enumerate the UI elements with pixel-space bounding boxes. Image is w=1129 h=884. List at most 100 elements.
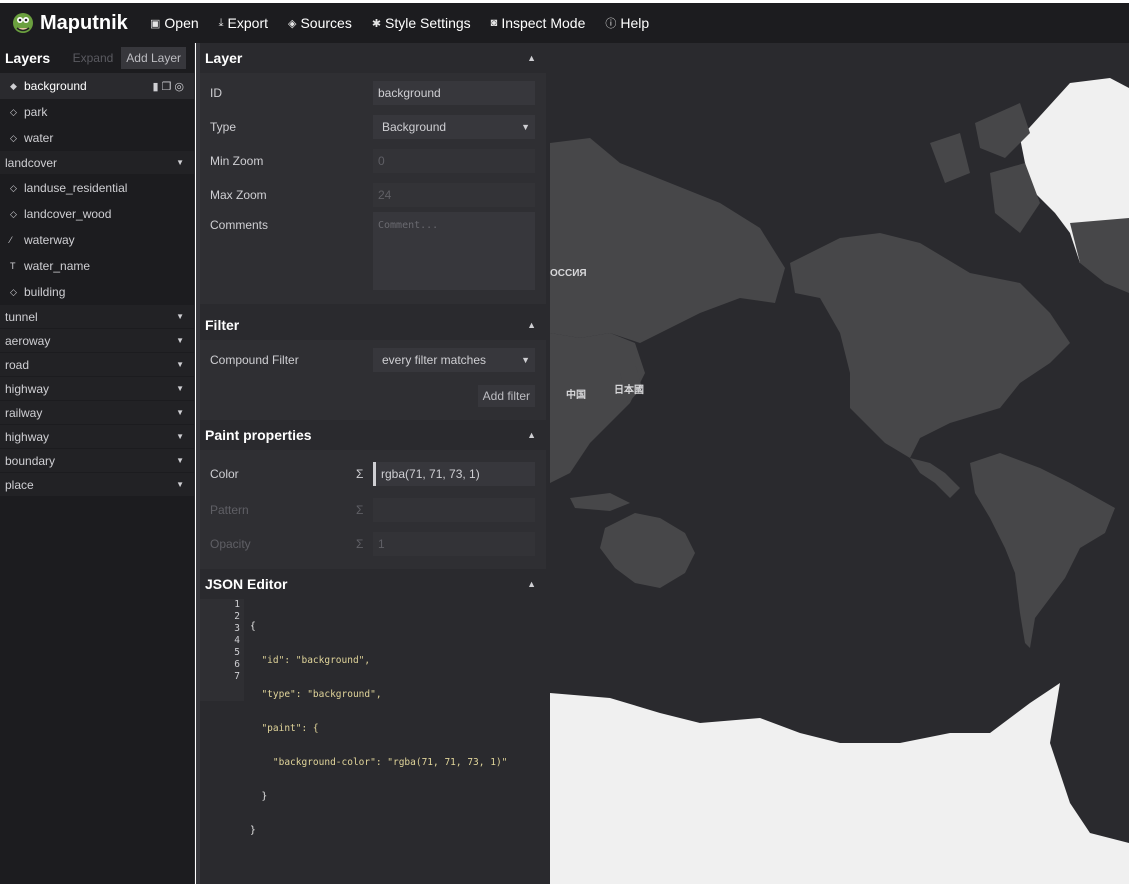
code-line: }: [250, 791, 268, 802]
line-number: 1: [234, 599, 240, 610]
layer-item-park[interactable]: ◇ park: [0, 99, 194, 125]
json-editor[interactable]: 1 2 3 4 5 6 7 { "id": "background", "typ…: [200, 599, 546, 836]
section-title: Filter: [205, 317, 240, 333]
chevron-up-icon: ▲: [527, 320, 536, 330]
layer-section-header[interactable]: Layer ▲: [200, 43, 546, 73]
layer-item-waterway[interactable]: ⁄ waterway: [0, 227, 194, 253]
layer-item-label: waterway: [24, 233, 75, 247]
chevron-down-icon: ▼: [176, 408, 184, 417]
inspect-mode-button[interactable]: ◙ Inspect Mode: [481, 3, 596, 43]
layer-item-background[interactable]: ◆ background ▮ ❐ ◎: [0, 73, 194, 99]
pattern-label: Pattern: [210, 503, 249, 517]
fill-icon: ◆: [10, 80, 17, 91]
data-function-icon[interactable]: Σ: [356, 467, 363, 481]
chevron-down-icon: ▼: [176, 480, 184, 489]
layer-group-label: aeroway: [5, 333, 51, 348]
layer-group-label: highway: [5, 381, 50, 396]
symbol-icon: T: [10, 261, 16, 271]
code-line: "id": "background",: [250, 655, 371, 666]
download-icon: ⤓: [218, 16, 224, 29]
fill-icon: ◇: [10, 182, 17, 193]
delete-icon[interactable]: ▮: [152, 80, 158, 93]
layer-group-label: railway: [5, 405, 43, 420]
map-land-layer: [550, 78, 1129, 884]
filter-section-header[interactable]: Filter ▲: [200, 310, 546, 340]
chevron-down-icon: ▼: [176, 360, 184, 369]
visibility-toggle-icon[interactable]: ◎: [174, 80, 184, 93]
sources-button[interactable]: ◈ Sources: [278, 3, 362, 43]
layer-group-label: road: [5, 357, 30, 372]
expand-button[interactable]: Expand: [73, 51, 114, 65]
layer-group-label: tunnel: [5, 309, 38, 324]
app-title: Maputnik: [40, 11, 128, 34]
layer-item-water[interactable]: ◇ water: [0, 125, 194, 151]
pattern-row: Pattern Σ: [200, 493, 546, 527]
opacity-label: Opacity: [210, 537, 251, 551]
max-zoom-input[interactable]: 24: [373, 183, 535, 207]
caret-down-icon: ▼: [521, 355, 530, 365]
opacity-input[interactable]: 1: [373, 532, 535, 556]
id-label: ID: [210, 86, 222, 100]
paint-section-header[interactable]: Paint properties ▲: [200, 420, 546, 450]
chevron-up-icon: ▲: [527, 579, 536, 589]
data-function-icon[interactable]: Σ: [356, 503, 363, 517]
help-button[interactable]: ⓘ Help: [595, 3, 659, 43]
chevron-up-icon: ▲: [527, 430, 536, 440]
style-settings-button[interactable]: ✱ Style Settings: [362, 3, 481, 43]
layer-group-railway[interactable]: railway ▼: [0, 401, 194, 425]
layer-group-place[interactable]: place ▼: [0, 473, 194, 497]
add-filter-button[interactable]: Add filter: [477, 385, 535, 407]
layer-list-title: Layers: [5, 50, 51, 66]
json-editor-section-header[interactable]: JSON Editor ▲: [200, 569, 546, 599]
layer-group-highway-2[interactable]: highway ▼: [0, 425, 194, 449]
pattern-input[interactable]: [373, 498, 535, 522]
line-number: 6: [234, 659, 240, 670]
max-zoom-label: Max Zoom: [210, 188, 267, 202]
compound-filter-select[interactable]: every filter matches ▼: [373, 348, 535, 372]
layer-actions: ▮ ❐ ◎: [152, 80, 184, 93]
layer-item-landcover-wood[interactable]: ◇ landcover_wood: [0, 201, 194, 227]
layer-group-boundary[interactable]: boundary ▼: [0, 449, 194, 473]
chevron-down-icon: ▼: [176, 432, 184, 441]
open-button[interactable]: ▣ Open: [140, 3, 209, 43]
json-line-numbers: 1 2 3 4 5 6 7: [200, 599, 244, 701]
layer-group-road[interactable]: road ▼: [0, 353, 194, 377]
duplicate-icon[interactable]: ❐: [162, 80, 172, 93]
layer-group-label: place: [5, 477, 34, 492]
layer-group-tunnel[interactable]: tunnel ▼: [0, 305, 194, 329]
layer-item-landuse-residential[interactable]: ◇ landuse_residential: [0, 175, 194, 201]
layer-item-label: landcover_wood: [24, 207, 112, 221]
fill-icon: ◇: [10, 286, 17, 297]
color-input[interactable]: rgba(71, 71, 73, 1): [373, 462, 535, 486]
layer-group-highway[interactable]: highway ▼: [0, 377, 194, 401]
paint-section-body: Color Σ rgba(71, 71, 73, 1) Pattern Σ Op…: [200, 450, 546, 569]
layer-group-landcover[interactable]: landcover ▼: [0, 151, 194, 175]
color-row: Color Σ rgba(71, 71, 73, 1): [200, 455, 546, 493]
comments-textarea[interactable]: Comment...: [373, 212, 535, 290]
json-code[interactable]: { "id": "background", "type": "backgroun…: [250, 599, 507, 859]
type-select[interactable]: Background ▼: [373, 115, 535, 139]
layer-section-body: ID background Type Background ▼ Min Zoom…: [200, 73, 546, 304]
chevron-up-icon: ▲: [527, 53, 536, 63]
layer-item-water-name[interactable]: T water_name: [0, 253, 194, 279]
id-input[interactable]: background: [373, 81, 535, 105]
inspect-icon: ◙: [490, 17, 498, 29]
fill-icon: ◇: [10, 132, 17, 143]
line-number: 2: [234, 611, 240, 622]
map-label-china: 中国: [566, 390, 586, 401]
type-label: Type: [210, 120, 237, 134]
min-zoom-label: Min Zoom: [210, 154, 264, 168]
section-title: JSON Editor: [205, 576, 288, 592]
export-button[interactable]: ⤓ Export: [209, 3, 278, 43]
data-function-icon[interactable]: Σ: [356, 537, 363, 551]
type-select-value: Background: [382, 120, 447, 134]
min-zoom-row: Min Zoom 0: [200, 144, 546, 178]
min-zoom-input[interactable]: 0: [373, 149, 535, 173]
add-layer-button[interactable]: Add Layer: [121, 47, 186, 69]
layer-item-building[interactable]: ◇ building: [0, 279, 194, 305]
layer-group-aeroway[interactable]: aeroway ▼: [0, 329, 194, 353]
app-logo[interactable]: Maputnik: [0, 3, 140, 43]
map-canvas[interactable]: ОССИЯ 中国 日本國: [550, 43, 1129, 884]
chevron-down-icon: ▼: [176, 312, 184, 321]
map-label-japan: 日本國: [614, 385, 644, 396]
